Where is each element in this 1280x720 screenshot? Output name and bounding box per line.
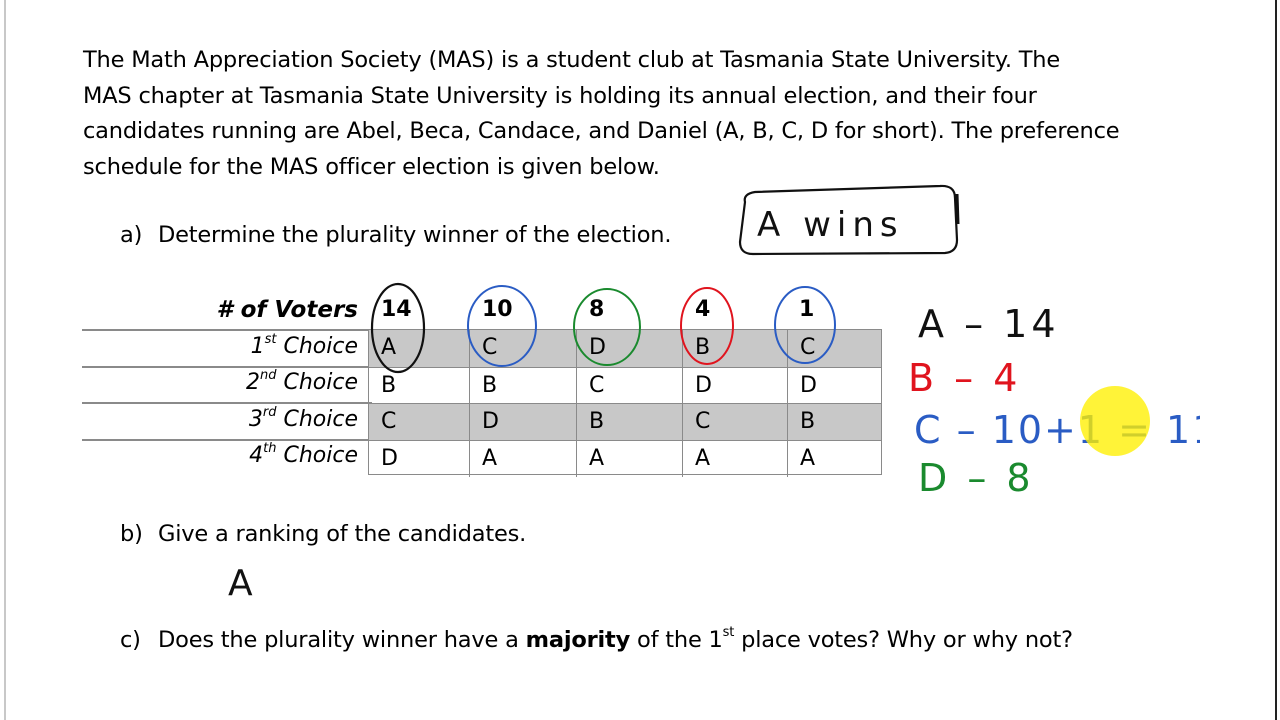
table-cell: A [369, 330, 470, 367]
question-label: c) [120, 627, 141, 653]
table-cell: B [800, 409, 816, 434]
question-text: place votes? Why or why not? [734, 627, 1073, 653]
tally-line-d: D – 8 [918, 456, 1035, 500]
cursor-highlight [1080, 386, 1150, 456]
table-cell: B [577, 404, 683, 441]
table-row-divider [82, 329, 372, 331]
row-label-3rd: 3rd Choice [248, 405, 358, 432]
table-cell: D [800, 372, 817, 398]
question-text: Does the plurality winner have a [158, 627, 526, 653]
table-row-divider [82, 366, 372, 368]
table-row: C D B C B [369, 403, 881, 441]
intro-line: The Math Appreciation Society (MAS) is a… [83, 47, 1060, 73]
table-cell: C [470, 330, 577, 367]
table-row: A C D B C [369, 330, 881, 367]
table-cell: D [369, 440, 470, 477]
question-text: Determine the plurality winner of the el… [158, 222, 672, 248]
table-cell: C [800, 335, 816, 360]
table-cell: A [577, 440, 683, 477]
table-row-divider [82, 402, 372, 404]
table-cell: D [577, 330, 683, 367]
table-cell: A [683, 440, 788, 477]
question-label: b) [120, 521, 143, 547]
voter-count: 4 [695, 297, 711, 322]
page-right-edge [1275, 0, 1277, 720]
table-cell: D [470, 404, 577, 441]
plurality-tally: A – 14 B – 4 C – 10+1 = 11 D – 8 [908, 302, 1200, 500]
voters-header-label: # of Voters [216, 297, 358, 323]
question-c: c) Does the plurality winner have a major… [120, 625, 1073, 653]
tally-line-b: B – 4 [908, 356, 1021, 400]
intro-line: candidates running are Abel, Beca, Canda… [83, 118, 1120, 144]
table-row: D A A A A [369, 439, 881, 477]
table-cell: C [369, 404, 470, 441]
table-cell: A [470, 440, 577, 477]
table-row: B B C D D [369, 366, 881, 404]
question-a: a) Determine the plurality winner of the … [120, 222, 672, 248]
voter-count: 8 [589, 297, 605, 322]
answer-a-text: A wins [757, 205, 904, 245]
table-cell: A [800, 445, 816, 471]
row-label-2nd: 2nd Choice [245, 368, 358, 395]
voter-count: 1 [799, 297, 815, 322]
question-text: of the 1 [630, 627, 723, 653]
question-text: Give a ranking of the candidates. [158, 521, 527, 547]
voter-count: 14 [381, 297, 412, 322]
table-cell: B [683, 330, 788, 367]
table-cell: B [369, 367, 470, 404]
intro-line: schedule for the MAS officer election is… [83, 153, 660, 180]
table-cell: C [577, 367, 683, 404]
question-emphasis: majority [525, 627, 631, 653]
question-label: a) [120, 222, 143, 248]
page-left-edge [4, 0, 6, 720]
answer-a-box: A wins [738, 184, 960, 256]
problem-intro: The Math Appreciation Society (MAS) is a… [83, 43, 1203, 185]
row-label-4th: 4th Choice [249, 441, 358, 468]
ranking-answer: A [228, 563, 253, 604]
question-b: b) Give a ranking of the candidates. [120, 521, 526, 547]
voter-count: 10 [482, 297, 513, 322]
ranking-first-candidate: A [228, 563, 253, 604]
intro-line: MAS chapter at Tasmania State University… [83, 82, 1037, 109]
preference-table: A C D B C B B C D D C D B C B D A A A A [368, 329, 882, 477]
table-row-divider [82, 439, 372, 441]
table-cell: C [683, 404, 788, 441]
ordinal-suffix: st [722, 625, 735, 640]
table-cell: B [470, 367, 577, 404]
tally-line-a: A – 14 [918, 302, 1060, 346]
tally-line-c: C – 10+1 = 11 [914, 408, 1200, 452]
table-cell: D [683, 367, 788, 404]
row-label-1st: 1st Choice [250, 332, 358, 359]
